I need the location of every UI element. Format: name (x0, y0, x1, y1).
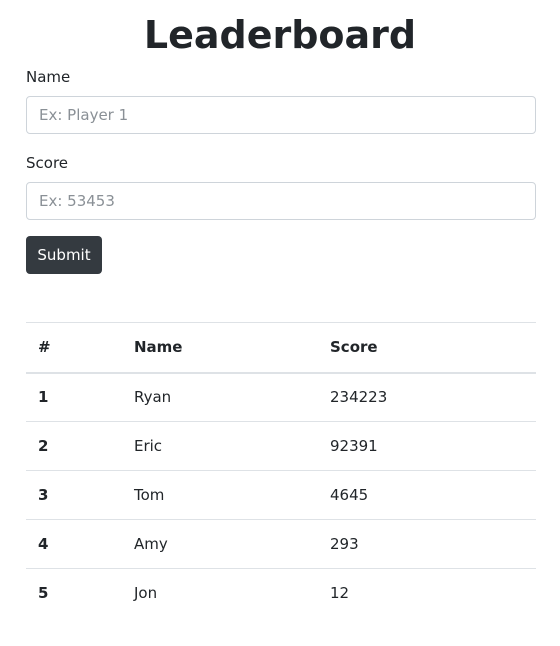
leaderboard-table: # Name Score 1 Ryan 234223 2 Eric 92391 … (26, 322, 536, 618)
table-row: 1 Ryan 234223 (26, 373, 536, 422)
table-body: 1 Ryan 234223 2 Eric 92391 3 Tom 4645 4 … (26, 373, 536, 618)
score-cell: 234223 (330, 388, 388, 407)
table-row: 2 Eric 92391 (26, 421, 536, 471)
score-label: Score (26, 154, 69, 172)
score-cell: 293 (318, 519, 536, 569)
table-row: 5 Jon 12 (26, 568, 536, 618)
table-header-row: # Name Score (26, 322, 536, 374)
rank-cell: 2 (26, 421, 122, 471)
name-cell: Tom (122, 470, 318, 520)
score-cell: 92391 (318, 421, 536, 471)
rank-cell: 3 (26, 470, 122, 520)
header-rank: # (26, 322, 122, 374)
score-cell: 4645 (318, 470, 536, 520)
name-input[interactable] (26, 96, 536, 134)
name-cell: Amy (122, 519, 318, 569)
name-cell: Jon (122, 568, 318, 618)
table-header: # Name Score (26, 322, 536, 374)
name-cell: Eric (122, 421, 318, 471)
name-label: Name (26, 68, 71, 86)
rank-cell: 1 (38, 388, 49, 407)
table-row: 3 Tom 4645 (26, 470, 536, 520)
header-score: Score (318, 322, 536, 374)
name-cell: Ryan (134, 388, 172, 407)
score-cell: 12 (318, 568, 536, 618)
header-name: Name (122, 322, 318, 374)
submit-button[interactable]: Submit (26, 236, 102, 274)
score-input[interactable] (26, 182, 536, 220)
table-row: 4 Amy 293 (26, 519, 536, 569)
page-title: Leaderboard (143, 13, 417, 57)
rank-cell: 5 (26, 568, 122, 618)
rank-cell: 4 (26, 519, 122, 569)
